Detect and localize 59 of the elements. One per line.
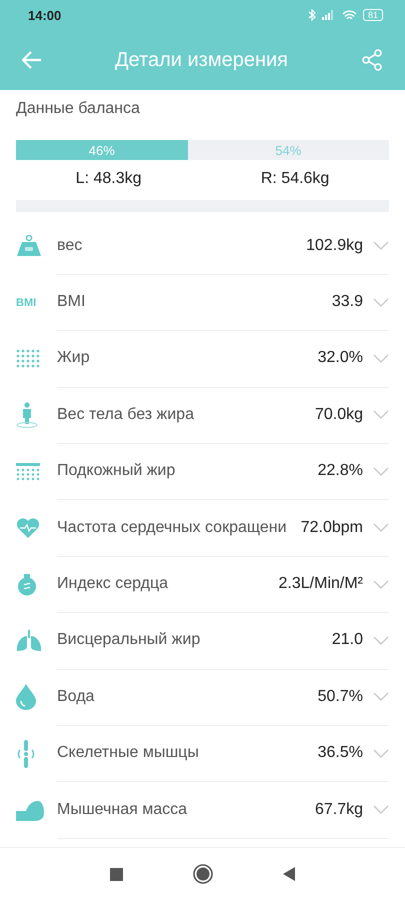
metric-value: 32.0% [318,349,363,368]
battery-level: 81 [362,9,383,21]
wifi-icon [342,10,357,20]
share-icon[interactable] [361,49,383,71]
signal-icon [322,10,336,20]
left-weight: L: 48.3kg [76,170,142,189]
chevron-down-icon[interactable] [373,466,389,476]
metric-label: Жир [57,349,91,368]
chevron-down-icon[interactable] [373,748,389,758]
chevron-down-icon[interactable] [373,354,389,363]
water-drop-icon [16,684,36,710]
chevron-down-icon[interactable] [373,523,389,532]
metric-value: 22.8% [318,462,363,480]
metric-label: вес [57,236,84,255]
metric-label: Подкожный жир [57,462,176,480]
metric-value: 50.7% [318,688,363,706]
metric-label: Вес тела без жира [57,406,195,424]
weight-icon [16,235,42,258]
chevron-down-icon[interactable] [373,410,389,420]
heart-pulse-icon [16,518,40,538]
metric-label: Частота сердечных сокращени [57,518,288,537]
home-icon[interactable] [193,864,213,884]
chevron-down-icon[interactable] [373,636,389,645]
metric-label: Скелетные мышцы [57,744,200,762]
back-icon[interactable] [283,867,295,881]
right-percent: 54% [275,142,302,158]
bmi-icon: BMI [16,296,36,309]
dots-icon [16,348,40,369]
bone-joint-icon [16,740,36,768]
chevron-down-icon[interactable] [373,692,389,702]
metric-value: 36.5% [318,744,363,762]
recent-apps-icon[interactable] [110,868,123,880]
metric-value: 33.9 [332,293,363,312]
person-icon [16,402,38,428]
right-weight: R: 54.6kg [260,170,330,189]
metric-value: 70.0kg [314,406,363,424]
clock-time: 14:00 [28,8,62,22]
chevron-down-icon[interactable] [373,298,389,307]
metric-label: Вода [57,688,96,706]
muscle-arm-icon [16,799,44,822]
bluetooth-icon [308,9,316,21]
metric-value: 72.0bpm [300,518,363,537]
metric-label: BMI [57,293,86,312]
chevron-down-icon[interactable] [373,580,389,589]
metric-value: 102.9kg [306,236,363,255]
chevron-down-icon[interactable] [373,805,389,814]
metric-label: Мышечная масса [57,800,188,819]
metric-value: 67.7kg [314,800,363,819]
left-percent: 46% [88,142,115,158]
fat-layer-icon [16,462,40,481]
metric-label: Висцеральный жир [57,631,202,650]
page-title: Детали измерения [114,48,289,72]
section-title: Данные баланса [16,99,141,119]
back-arrow-icon[interactable] [22,51,42,69]
chevron-down-icon[interactable] [373,241,389,250]
metric-value: 2.3L/Min/M² [278,575,363,594]
lungs-icon [16,630,42,652]
metric-label: Индекс сердца [57,575,170,594]
metric-value: 21.0 [332,631,363,650]
